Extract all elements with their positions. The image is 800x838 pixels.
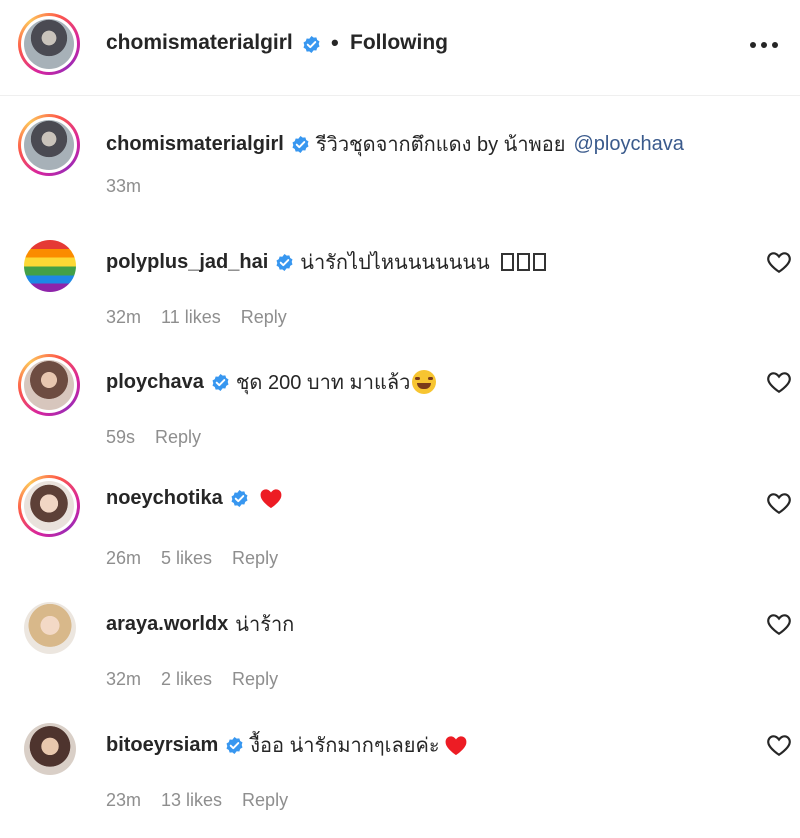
comment-text: งื้ออ น่ารักมากๆเลยค่ะ [250, 735, 440, 757]
comment-row: ploychava ชุด 200 บาท มาแล้ว 59s Reply [0, 354, 800, 454]
verified-badge-icon [230, 489, 249, 508]
comment-likes[interactable]: 13 likes [161, 790, 222, 811]
caption-row: chomismaterialgirl รีวิวชุดจากตึกแดง by … [0, 114, 800, 204]
comment-row: bitoeyrsiam งื้ออ น่ารักมากๆเลยค่ะ 23m 1… [0, 717, 800, 817]
like-heart-icon[interactable] [766, 612, 792, 636]
caption-username[interactable]: chomismaterialgirl [106, 133, 284, 156]
comment-username[interactable]: polyplus_jad_hai [106, 251, 268, 274]
reply-button[interactable]: Reply [232, 548, 278, 569]
comment-text: ชุด 200 บาท มาแล้ว [235, 372, 411, 394]
comment-text: น่าร้าก [235, 614, 295, 636]
red-heart-emoji-icon [444, 735, 468, 756]
verified-badge-icon [291, 135, 310, 154]
commenter-avatar[interactable] [24, 602, 76, 654]
commenter-avatar[interactable] [18, 475, 80, 537]
verified-badge-icon [225, 736, 244, 755]
verified-badge-icon [275, 253, 294, 272]
red-heart-emoji-icon [259, 488, 283, 509]
comment-time: 59s [106, 427, 136, 447]
commenter-avatar[interactable] [18, 354, 80, 416]
following-button[interactable]: Following [350, 31, 448, 55]
comment-row: noeychotika 26m 5 likes Reply [0, 475, 800, 575]
like-heart-icon[interactable] [766, 733, 792, 757]
caption-time: 33m [106, 176, 142, 196]
comment-likes[interactable]: 11 likes [161, 307, 221, 328]
comment-time: 32m [106, 307, 142, 327]
comment-time: 32m [106, 669, 142, 689]
comment-username[interactable]: bitoeyrsiam [106, 734, 218, 757]
comment-row: polyplus_jad_hai น่ารักไปไหนนนนนนน 32m 1… [0, 234, 800, 334]
comment-time: 26m [106, 548, 142, 568]
verified-badge-icon [211, 373, 230, 392]
post-header: chomismaterialgirl • Following [0, 0, 800, 96]
reply-button[interactable]: Reply [242, 790, 288, 811]
comment-username[interactable]: noeychotika [106, 487, 223, 510]
comment-row: araya.worldx น่าร้าก 32m 2 likes Reply [0, 596, 800, 696]
caption-text: รีวิวชุดจากตึกแดง by น้าพอย [315, 134, 566, 156]
comment-text: น่ารักไปไหนนนนนนน [300, 252, 490, 274]
more-options-icon[interactable] [750, 30, 784, 60]
commenter-avatar[interactable] [24, 240, 76, 292]
commenter-avatar[interactable] [24, 723, 76, 775]
like-heart-icon[interactable] [766, 491, 792, 515]
comment-username[interactable]: ploychava [106, 371, 204, 394]
missing-glyph-icon [498, 251, 546, 274]
grin-sweat-emoji-icon [412, 370, 437, 394]
comment-username[interactable]: araya.worldx [106, 613, 228, 636]
caption-avatar[interactable] [18, 114, 80, 176]
separator-dot: • [331, 30, 339, 55]
reply-button[interactable]: Reply [232, 669, 278, 690]
like-heart-icon[interactable] [766, 370, 792, 394]
author-avatar[interactable] [18, 13, 80, 75]
comment-likes[interactable]: 2 likes [161, 669, 212, 690]
caption-mention-link[interactable]: @ploychava [573, 133, 683, 156]
verified-badge-icon [302, 35, 321, 59]
reply-button[interactable]: Reply [241, 307, 287, 328]
like-heart-icon[interactable] [766, 250, 792, 274]
author-username[interactable]: chomismaterialgirl [106, 31, 293, 55]
comment-time: 23m [106, 790, 142, 810]
reply-button[interactable]: Reply [155, 427, 201, 448]
comment-likes[interactable]: 5 likes [161, 548, 212, 569]
